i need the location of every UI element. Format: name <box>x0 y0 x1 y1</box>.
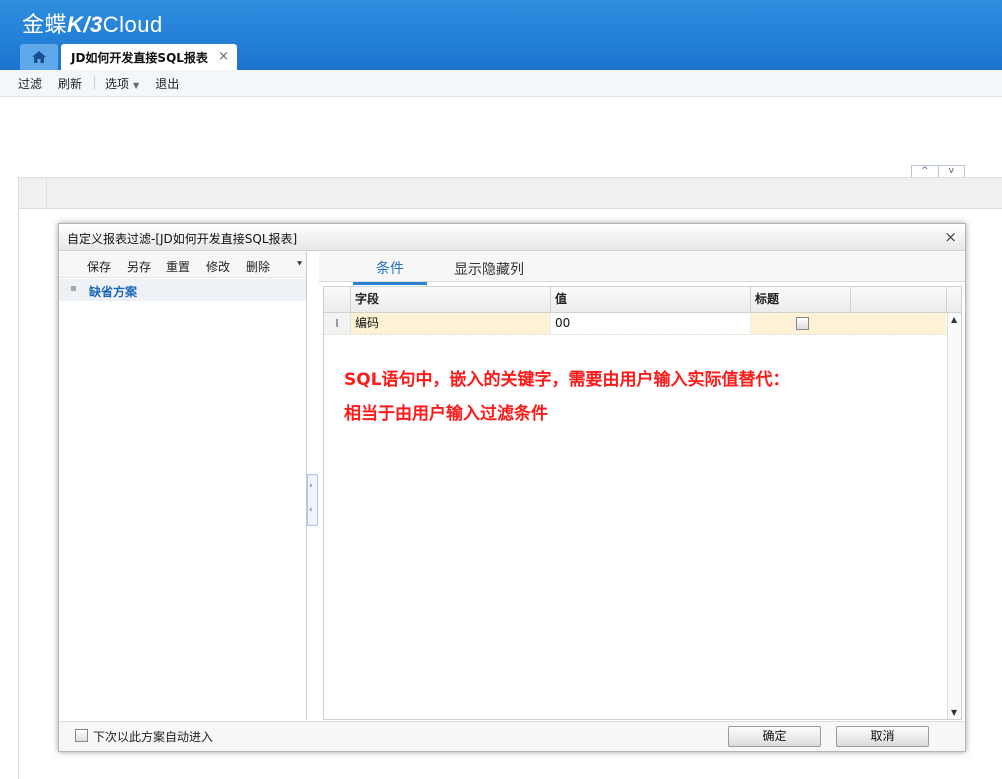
bullet-icon: ▪ <box>70 283 77 294</box>
grid-header-field[interactable]: 字段 <box>351 287 551 312</box>
more-chevron-icon[interactable]: ⯆ <box>296 260 303 270</box>
save-button[interactable]: 保存 <box>87 258 111 275</box>
scheme-item-default[interactable]: ▪ 缺省方案 <box>59 279 306 301</box>
filter-dialog: 自定义报表过滤-[JD如何开发直接SQL报表] × 保存 另存 重置 修改 删除… <box>58 223 966 752</box>
pager: ^ v <box>911 165 965 177</box>
options-button[interactable]: 选项 ▼ <box>105 75 139 92</box>
home-tab[interactable] <box>20 44 58 70</box>
app-logo: 金蝶K/3Cloud <box>22 7 163 39</box>
dialog-title-bar[interactable]: 自定义报表过滤-[JD如何开发直接SQL报表] × <box>59 224 965 251</box>
conditions-pane: 条件 显示隐藏列 字段 值 标题 I 编码 00 ▲ ▼ SQL语句中，嵌入的关… <box>319 252 965 720</box>
delete-button[interactable]: 删除 <box>246 258 270 275</box>
dialog-title: 自定义报表过滤-[JD如何开发直接SQL报表] <box>67 232 298 246</box>
chevron-down-icon: ▼ <box>133 80 140 90</box>
table-row[interactable]: I 编码 00 <box>324 313 946 335</box>
tab-conditions[interactable]: 条件 <box>353 258 427 285</box>
save-as-button[interactable]: 另存 <box>127 258 151 275</box>
pane-splitter[interactable]: › ‹ <box>307 474 318 526</box>
cell-value[interactable]: 00 <box>551 313 751 334</box>
grid-header-value[interactable]: 值 <box>551 287 751 312</box>
report-grid-header <box>18 177 1002 209</box>
scheme-label: 缺省方案 <box>89 285 138 299</box>
expand-right-icon[interactable]: › <box>309 481 313 491</box>
cell-title[interactable] <box>751 313 946 334</box>
tab-jd-sql-report[interactable]: JD如何开发直接SQL报表 × <box>61 44 237 70</box>
reset-button[interactable]: 重置 <box>166 258 190 275</box>
title-checkbox[interactable] <box>796 317 809 330</box>
annotation-line-1: SQL语句中，嵌入的关键字，需要由用户输入实际值替代： <box>344 370 790 390</box>
dialog-footer: 下次以此方案自动进入 确定 取消 <box>59 721 965 751</box>
refresh-button[interactable]: 刷新 <box>58 75 82 92</box>
toolbar-divider <box>94 76 96 90</box>
ok-button[interactable]: 确定 <box>728 726 821 747</box>
tab-close-icon[interactable]: × <box>218 49 229 64</box>
row-indicator: I <box>324 313 351 334</box>
logo-text-cloud: Cloud <box>102 12 163 37</box>
tabs-bar: 条件 显示隐藏列 <box>319 252 965 285</box>
close-icon[interactable]: × <box>944 228 957 246</box>
logo-text-cn: 金蝶 <box>22 13 68 38</box>
collapse-left-icon[interactable]: ‹ <box>309 505 313 515</box>
cell-field[interactable]: 编码 <box>351 313 551 334</box>
page-down-icon[interactable]: v <box>939 166 965 177</box>
main-toolbar: 过滤 刷新 选项 ▼ 退出 <box>0 70 1002 97</box>
home-icon <box>32 51 46 63</box>
scheme-toolbar: 保存 另存 重置 修改 删除 ⯆ <box>59 252 306 278</box>
conditions-grid: 字段 值 标题 I 编码 00 ▲ ▼ SQL语句中，嵌入的关键字，需要由用户输… <box>323 286 962 720</box>
report-grid-border <box>18 209 19 779</box>
exit-button[interactable]: 退出 <box>155 75 179 92</box>
report-grid-corner <box>19 178 47 208</box>
tab-show-hidden-columns[interactable]: 显示隐藏列 <box>454 259 524 279</box>
cancel-button[interactable]: 取消 <box>836 726 929 747</box>
grid-header: 字段 值 标题 <box>324 287 961 313</box>
annotation-line-2: 相当于由用户输入过滤条件 <box>344 404 548 424</box>
app-header: 金蝶K/3Cloud JD如何开发直接SQL报表 × <box>0 0 1002 70</box>
page-up-icon[interactable]: ^ <box>912 166 939 177</box>
tab-label: JD如何开发直接SQL报表 <box>71 50 208 65</box>
logo-text-k3: K/3 <box>67 12 103 37</box>
options-label: 选项 <box>105 76 130 91</box>
scheme-pane: 保存 另存 重置 修改 删除 ⯆ ▪ 缺省方案 <box>59 252 307 720</box>
scroll-down-icon[interactable]: ▼ <box>951 708 957 717</box>
filter-button[interactable]: 过滤 <box>18 75 42 92</box>
auto-enter-label: 下次以此方案自动进入 <box>93 730 214 744</box>
vertical-scrollbar[interactable]: ▲ ▼ <box>947 313 961 719</box>
grid-header-indicator <box>324 287 351 312</box>
auto-enter-checkbox[interactable] <box>75 729 88 742</box>
modify-button[interactable]: 修改 <box>206 258 230 275</box>
grid-header-title[interactable]: 标题 <box>751 287 851 312</box>
scroll-up-icon[interactable]: ▲ <box>951 315 957 324</box>
grid-header-empty <box>851 287 947 312</box>
